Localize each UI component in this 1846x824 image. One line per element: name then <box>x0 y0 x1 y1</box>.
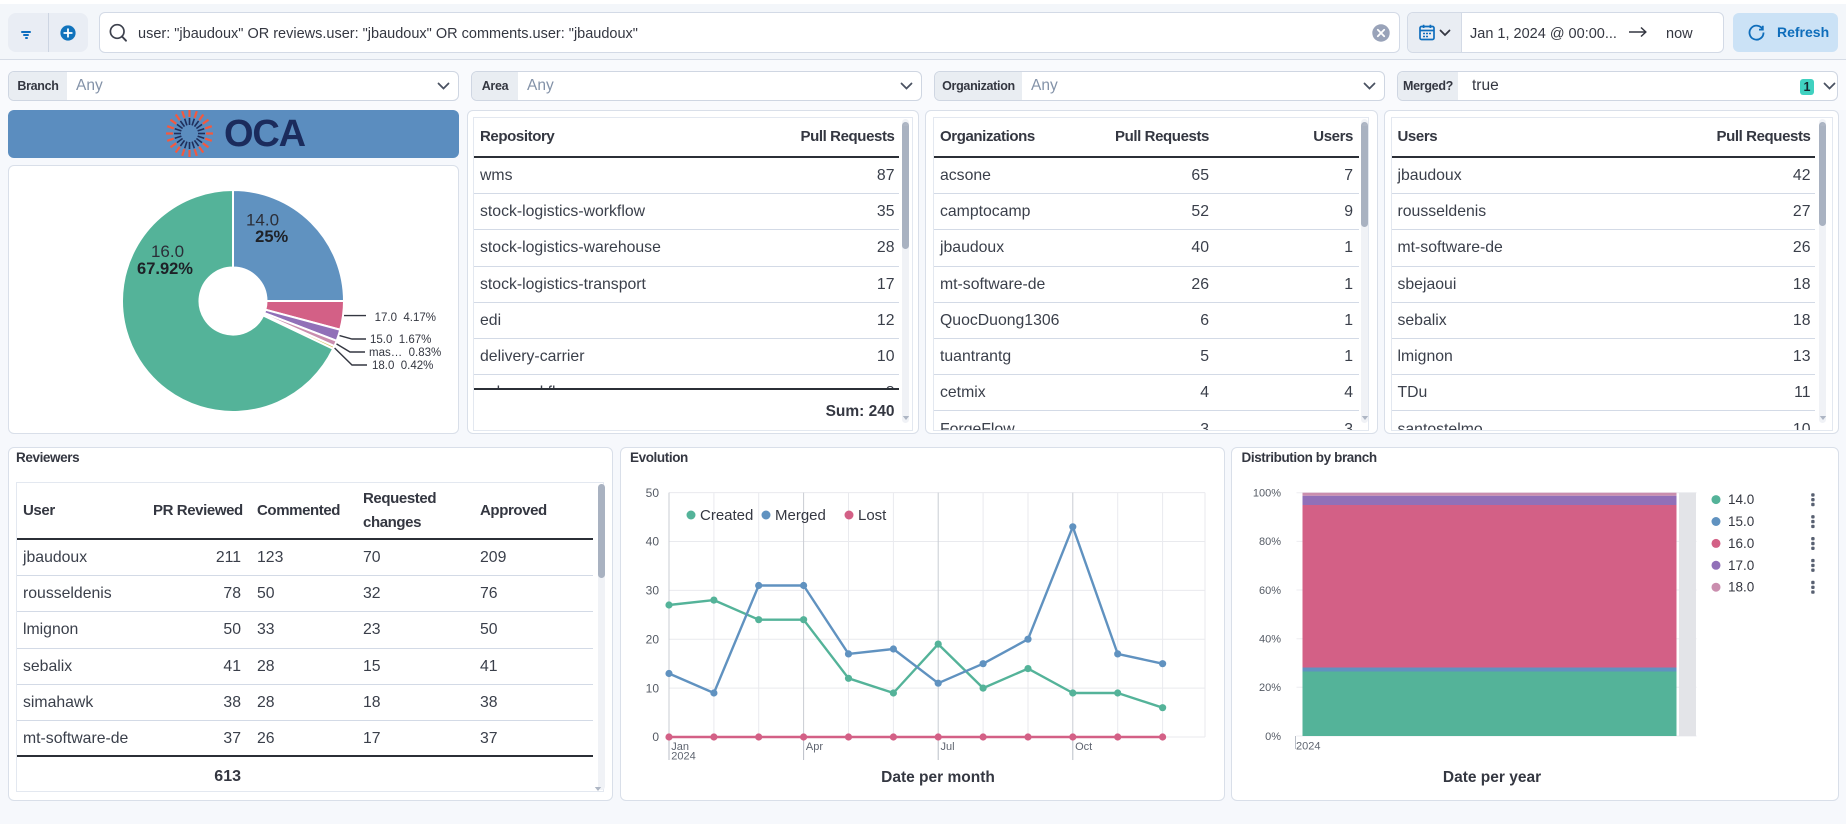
svg-text:100%: 100% <box>1253 488 1281 500</box>
svg-text:20: 20 <box>646 632 660 646</box>
svg-text:Date per year: Date per year <box>1443 769 1541 786</box>
svg-text:Merged: Merged <box>775 507 826 524</box>
svg-text:Lost: Lost <box>858 507 887 524</box>
svg-text:Created: Created <box>700 507 753 524</box>
svg-text:14.0: 14.0 <box>246 211 279 230</box>
svg-text:0%: 0% <box>1265 731 1281 743</box>
svg-text:25%: 25% <box>255 228 288 246</box>
svg-text:60%: 60% <box>1259 585 1281 597</box>
svg-text:20%: 20% <box>1259 682 1281 694</box>
svg-text:17.0 4.17%: 17.0 4.17% <box>375 312 436 324</box>
svg-text:0: 0 <box>652 730 659 744</box>
svg-text:Jul: Jul <box>941 741 955 753</box>
svg-text:16.0: 16.0 <box>1728 536 1754 551</box>
svg-text:40: 40 <box>646 535 660 549</box>
svg-text:18.0: 18.0 <box>1728 580 1754 595</box>
svg-text:mas… 0.83%: mas… 0.83% <box>369 347 441 359</box>
svg-text:Date per month: Date per month <box>881 769 995 786</box>
svg-text:50: 50 <box>646 486 660 500</box>
svg-text:40%: 40% <box>1259 634 1281 646</box>
svg-text:14.0: 14.0 <box>1728 492 1754 507</box>
svg-text:67.92%: 67.92% <box>137 260 193 278</box>
svg-text:15.0 1.67%: 15.0 1.67% <box>370 334 431 346</box>
svg-text:30: 30 <box>646 584 660 598</box>
svg-text:18.0 0.42%: 18.0 0.42% <box>372 360 433 372</box>
svg-text:2024: 2024 <box>1296 741 1320 753</box>
svg-text:15.0: 15.0 <box>1728 514 1754 529</box>
svg-text:17.0: 17.0 <box>1728 558 1754 573</box>
svg-text:10: 10 <box>646 681 660 695</box>
svg-text:Oct: Oct <box>1075 741 1092 753</box>
svg-text:Apr: Apr <box>806 741 823 753</box>
svg-text:16.0: 16.0 <box>151 242 184 261</box>
svg-text:2024: 2024 <box>671 751 695 763</box>
svg-text:80%: 80% <box>1259 536 1281 548</box>
